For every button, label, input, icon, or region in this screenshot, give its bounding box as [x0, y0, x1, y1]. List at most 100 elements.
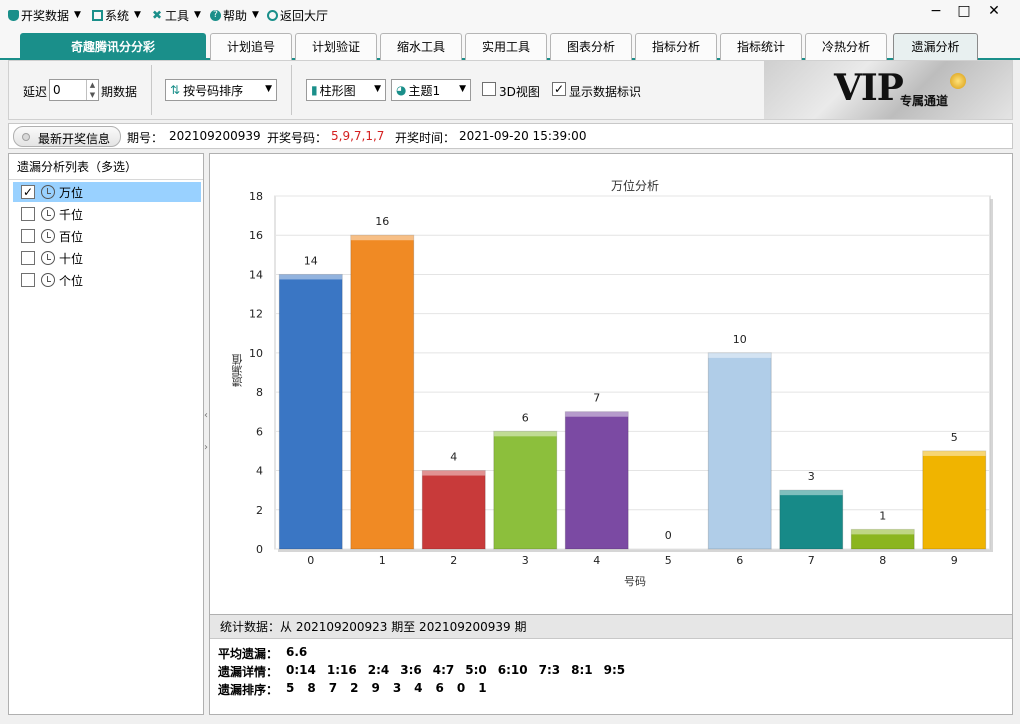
spinner-arrows[interactable]: ▲ ▼ [86, 80, 98, 100]
detail-value: 2:4 [367, 663, 390, 677]
item-checkbox[interactable] [21, 229, 35, 243]
chevron-down-icon: ▼ [374, 84, 381, 94]
menu-system[interactable]: 系统 ▼ [92, 6, 141, 24]
sort-combo[interactable]: ⇅ 按号码排序 ▼ [165, 79, 277, 101]
bar-highlight [493, 431, 557, 437]
bar [922, 450, 987, 550]
list-item-wan[interactable]: ✓ 万位 [13, 182, 201, 202]
latest-draw-button[interactable]: 最新开奖信息 [13, 126, 121, 147]
tab-utility[interactable]: 实用工具 [465, 33, 547, 60]
detail-value: 4:7 [432, 663, 455, 677]
delay-spinner[interactable]: 0 ▲ ▼ [49, 79, 99, 101]
theme-value: 主题1 [408, 83, 441, 98]
bar-chart-icon: ▮ [311, 83, 318, 97]
x-tick-label: 5 [665, 554, 672, 567]
tab-indicator-stats[interactable]: 指标统计 [720, 33, 802, 60]
detail-value: 6:10 [497, 663, 528, 677]
tab-plan-verify[interactable]: 计划验证 [295, 33, 377, 60]
detail-value: 8:1 [571, 663, 593, 677]
menu-kaijiang[interactable]: 开奖数据 ▼ [8, 6, 81, 24]
detail-value: 0:14 [286, 663, 316, 677]
vip-banner[interactable]: VIP 专属通道 [764, 61, 1012, 119]
item-label: 万位 [59, 185, 84, 200]
detail-values: 0:14 1:16 2:4 3:6 4:7 5:0 6:10 7:3 8:1 9:5 [286, 663, 625, 680]
toolbar: 延迟 0 ▲ ▼ 期数据 ⇅ 按号码排序 ▼ ▮ 柱形图 ▼ ◕ 主题1 ▼ 3D… [8, 60, 1013, 120]
tab-chart-analysis[interactable]: 图表分析 [550, 33, 632, 60]
bar-highlight [279, 274, 343, 280]
vip-text: VIP [834, 67, 904, 109]
avg-label: 平均遗漏： [218, 647, 279, 661]
clock-icon [41, 185, 55, 199]
bar [350, 234, 415, 550]
bar-highlight [922, 450, 986, 456]
rank-value: 0 [456, 681, 466, 695]
bar-highlight [565, 411, 629, 417]
list-item-qian[interactable]: 千位 [13, 204, 201, 224]
item-checkbox[interactable] [21, 273, 35, 287]
x-tick-label: 4 [593, 554, 600, 567]
y-tick-label: 2 [256, 504, 263, 517]
period-label: 期号： [127, 131, 164, 145]
view3d-checkbox[interactable] [482, 82, 496, 96]
tab-brand[interactable]: 奇趣腾讯分分彩 [20, 33, 206, 60]
menu-bar: 开奖数据 ▼ 系统 ▼ ✖ 工具 ▼ ? 帮助 ▼ 返回大厅 − □ ✕ [0, 0, 1020, 30]
item-label: 千位 [59, 207, 84, 222]
menu-help[interactable]: ? 帮助 ▼ [210, 6, 259, 24]
item-label: 十位 [59, 251, 84, 266]
list-item-shi[interactable]: 十位 [13, 248, 201, 268]
menu-tools[interactable]: ✖ 工具 ▼ [152, 6, 201, 24]
detail-value: 5:0 [465, 663, 487, 677]
toolbar-separator [291, 65, 292, 115]
menu-system-label: 系统 [105, 8, 130, 23]
x-tick-label: 1 [379, 554, 386, 567]
rank-value: 4 [414, 681, 423, 695]
list-item-bai[interactable]: 百位 [13, 226, 201, 246]
data-label: 10 [733, 333, 747, 346]
list-item-ge[interactable]: 个位 [13, 270, 201, 290]
y-tick-label: 18 [249, 190, 263, 203]
y-tick-label: 16 [249, 229, 263, 242]
chevron-down-icon: ▼ [252, 10, 259, 20]
view3d-label: 3D视图 [499, 85, 540, 99]
tab-indicator-analysis[interactable]: 指标分析 [635, 33, 717, 60]
item-checkbox[interactable] [21, 207, 35, 221]
chart-type-value: 柱形图 [319, 83, 356, 98]
minimize-button[interactable]: − [922, 2, 950, 22]
radio-dot-icon [22, 133, 30, 141]
menu-return-hall[interactable]: 返回大厅 [267, 6, 328, 24]
draw-time-value: 2021-09-20 15:39:00 [459, 129, 587, 143]
bar [278, 273, 343, 550]
chart-type-combo[interactable]: ▮ 柱形图 ▼ [306, 79, 386, 101]
draw-number-value: 5,9,7,1,7 [331, 129, 385, 143]
tab-shrink-tool[interactable]: 缩水工具 [380, 33, 462, 60]
palette-icon: ◕ [396, 83, 407, 97]
x-tick-label: 7 [808, 554, 815, 567]
clock-icon [41, 229, 55, 243]
omission-rank-line: 遗漏排序： 5872934601 [218, 681, 487, 698]
maximize-button[interactable]: □ [950, 2, 978, 22]
draw-number-label: 开奖号码： [267, 131, 328, 145]
item-checkbox[interactable]: ✓ [21, 185, 35, 199]
close-button[interactable]: ✕ [980, 2, 1008, 22]
item-label: 个位 [59, 273, 84, 288]
rank-value: 8 [307, 681, 316, 695]
omission-list-title: 遗漏分析列表（多选） [9, 154, 203, 180]
tab-plan-chase[interactable]: 计划追号 [210, 33, 292, 60]
bar [564, 411, 629, 550]
item-checkbox[interactable] [21, 251, 35, 265]
chevron-down-icon: ▼ [194, 10, 201, 20]
tab-hot-cold[interactable]: 冷热分析 [805, 33, 887, 60]
bar-highlight [708, 352, 772, 358]
show-labels-checkbox[interactable]: ✓ [552, 82, 566, 96]
rank-value: 5 [286, 681, 295, 695]
detail-value: 3:6 [400, 663, 422, 677]
y-tick-label: 8 [256, 386, 263, 399]
sun-icon [950, 73, 966, 89]
data-label: 3 [808, 470, 815, 483]
y-tick-label: 6 [256, 425, 263, 438]
chevron-down-icon: ▼ [74, 10, 81, 20]
tab-omission-analysis[interactable]: 遗漏分析 [893, 33, 978, 60]
x-tick-label: 9 [951, 554, 958, 567]
theme-combo[interactable]: ◕ 主题1 ▼ [391, 79, 471, 101]
delay-value: 0 [53, 83, 61, 97]
